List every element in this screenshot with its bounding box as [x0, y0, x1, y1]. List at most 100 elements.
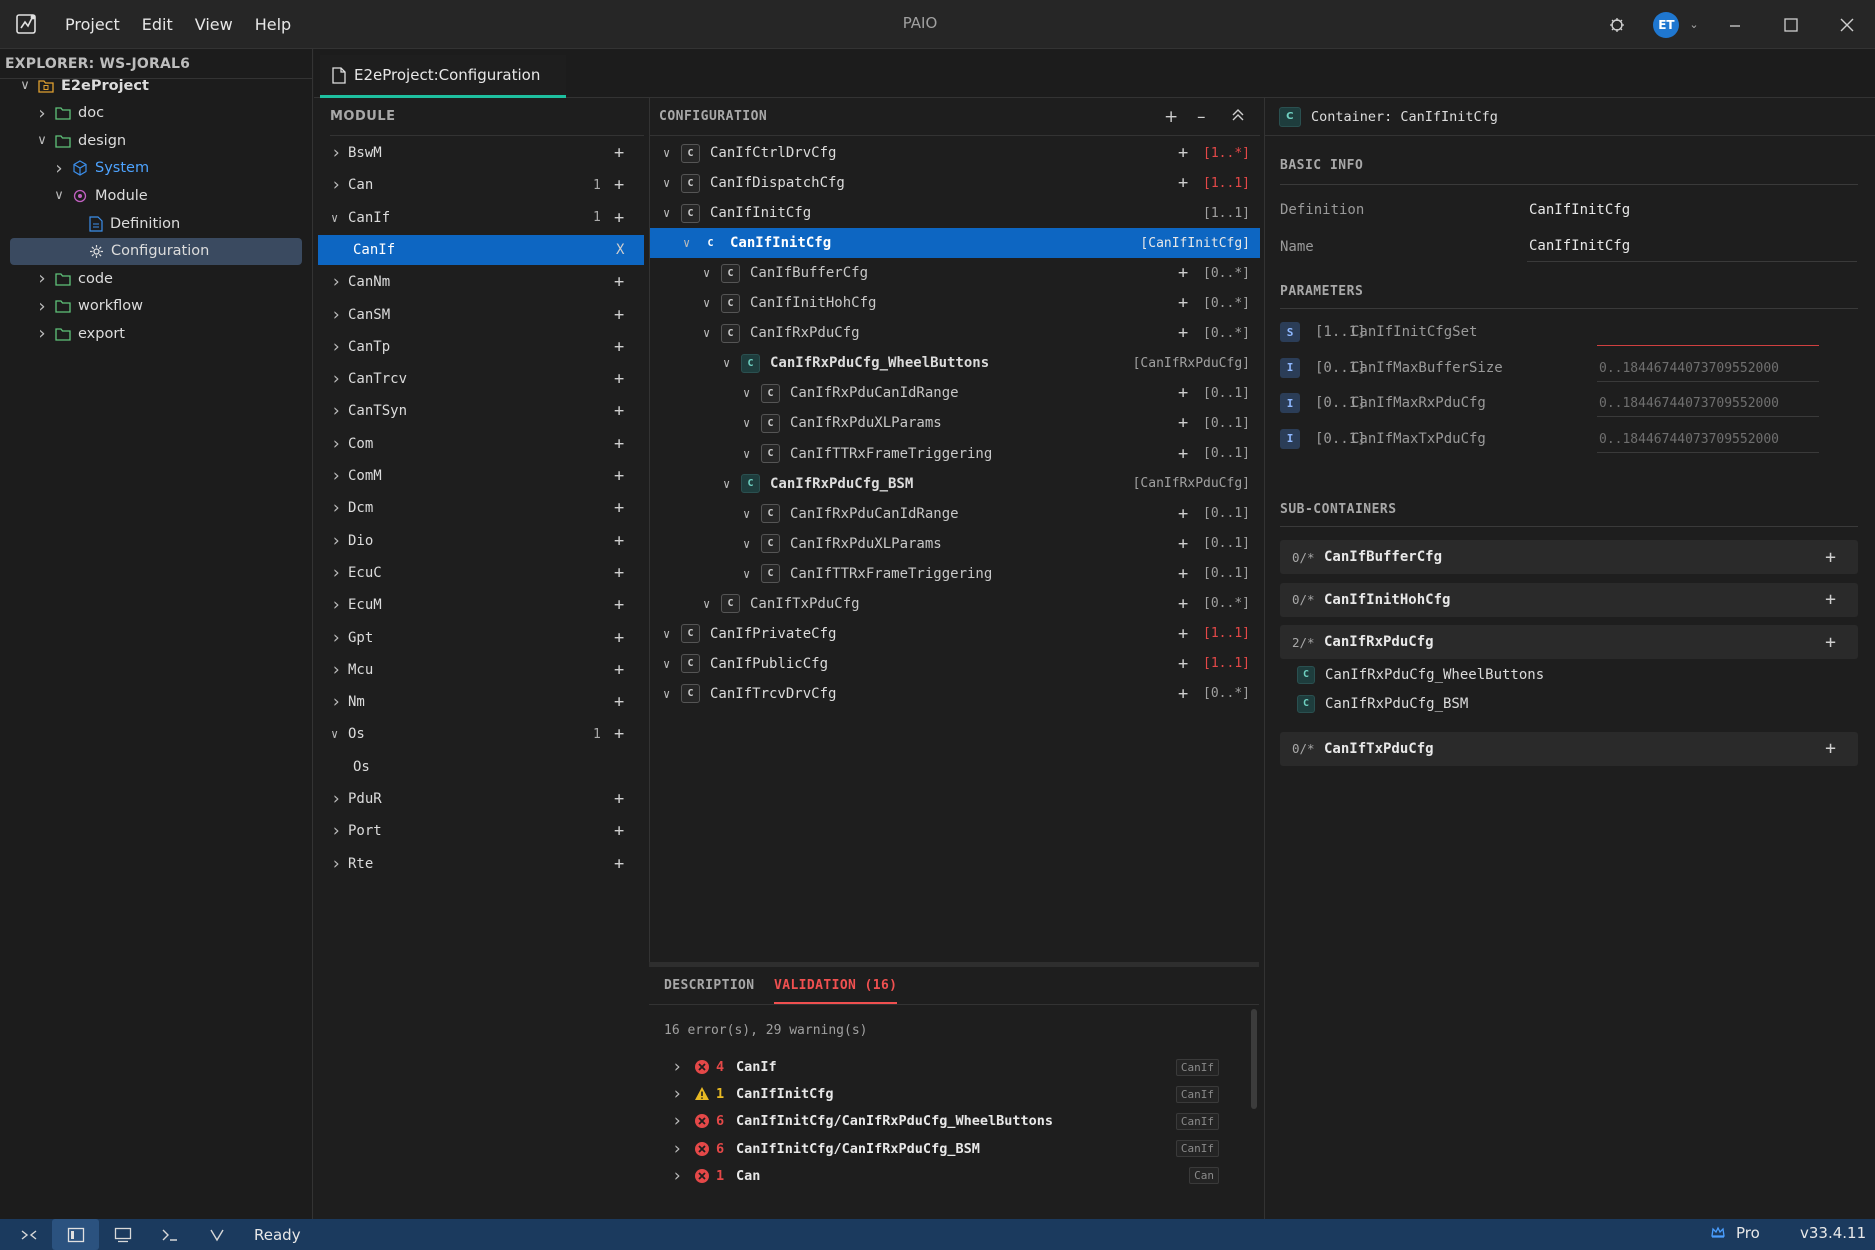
menu-view[interactable]: View	[195, 15, 233, 34]
subcontainer-caniftxpducfg[interactable]: 0/* CanIfTxPduCfg +	[1280, 731, 1858, 766]
config-item-canifrxpducanidrange[interactable]: ∨ C CanIfRxPduCanIdRange + [0..1]	[650, 499, 1260, 529]
add-icon[interactable]: +	[614, 305, 624, 325]
debug-bug-icon[interactable]	[1589, 0, 1645, 49]
config-item-canifrxpducfg_wheelbuttons[interactable]: ∨ C CanIfRxPduCfg_WheelButtons [CanIfRxPduC…	[650, 348, 1260, 378]
config-item-canifttrxframetriggering[interactable]: ∨ C CanIfTTRxFrameTriggering + [0..1]	[650, 559, 1260, 589]
add-icon[interactable]: +	[614, 821, 624, 841]
config-item-canifbuffercfg[interactable]: ∨ C CanIfBufferCfg + [0..*]	[650, 258, 1260, 288]
add-icon[interactable]: +	[614, 401, 624, 421]
module-item-dio[interactable]: › Dio +	[318, 526, 644, 556]
chevron-down-icon[interactable]: ∨	[663, 627, 670, 641]
chevron-right-icon[interactable]: ›	[52, 158, 66, 179]
menu-edit[interactable]: Edit	[142, 15, 173, 34]
module-item-can[interactable]: › Can 1 +	[318, 170, 644, 200]
chevron-right-icon[interactable]: ›	[331, 821, 341, 841]
add-icon[interactable]: +	[614, 143, 624, 163]
parameter-input-canifmaxtxpducfg[interactable]: 0..18446744073709552000	[1597, 427, 1819, 453]
add-icon[interactable]: +	[1178, 594, 1188, 614]
module-item-cantp[interactable]: › CanTp +	[318, 332, 644, 362]
tab-validation[interactable]: VALIDATION (16)	[774, 978, 898, 1004]
add-icon[interactable]: +	[1178, 263, 1188, 283]
add-icon[interactable]: +	[614, 272, 624, 292]
add-icon[interactable]: +	[1825, 738, 1836, 759]
add-icon[interactable]: +	[614, 628, 624, 648]
config-item-canifinitcfg[interactable]: ∨ C CanIfInitCfg [1..1]	[650, 198, 1260, 228]
chevron-down-icon[interactable]: ∨	[743, 416, 750, 430]
subcontainer-canifrxpducfg[interactable]: 2/* CanIfRxPduCfg +	[1280, 625, 1858, 659]
chevron-right-icon[interactable]: ›	[35, 296, 49, 317]
chevron-down-icon[interactable]: ∨	[663, 657, 670, 671]
module-item-rte[interactable]: › Rte +	[318, 849, 644, 879]
chevron-right-icon[interactable]: ›	[331, 305, 341, 325]
validation-scrollbar[interactable]	[1251, 1009, 1257, 1109]
config-item-canifrxpducfg[interactable]: ∨ C CanIfRxPduCfg + [0..*]	[650, 318, 1260, 348]
add-icon[interactable]: +	[1178, 293, 1188, 313]
app-logo-icon[interactable]	[13, 10, 41, 38]
parameter-input-canifmaxrxpducfg[interactable]: 0..18446744073709552000	[1597, 391, 1819, 417]
add-icon[interactable]: +	[1178, 444, 1188, 464]
validation-row[interactable]: › 1 Can Can	[649, 1160, 1249, 1192]
add-icon[interactable]: +	[1178, 413, 1188, 433]
chevron-right-icon[interactable]: ›	[331, 337, 341, 357]
close-icon[interactable]	[1819, 0, 1875, 49]
chevron-right-icon[interactable]: ›	[35, 268, 49, 289]
config-item-canifinithohcfg[interactable]: ∨ C CanIfInitHohCfg + [0..*]	[650, 288, 1260, 318]
subcontainer-child[interactable]: C CanIfRxPduCfg_BSM	[1297, 693, 1468, 715]
add-icon[interactable]: +	[1164, 107, 1179, 127]
chevron-right-icon[interactable]: ›	[331, 401, 341, 421]
config-item-caniftrcvdrvcfg[interactable]: ∨ C CanIfTrcvDrvCfg + [0..*]	[650, 679, 1260, 709]
add-icon[interactable]: +	[1825, 632, 1836, 653]
module-item-gpt[interactable]: › Gpt +	[318, 623, 644, 653]
add-icon[interactable]: +	[1178, 383, 1188, 403]
account-menu[interactable]: ET ⌄	[1645, 0, 1707, 49]
add-icon[interactable]: +	[1178, 323, 1188, 343]
add-icon[interactable]: +	[1178, 504, 1188, 524]
explorer-item-design[interactable]: ∨ design	[0, 127, 313, 154]
add-icon[interactable]: +	[1178, 173, 1188, 193]
chevron-right-icon[interactable]: ›	[331, 692, 341, 712]
config-item-canifrxpducanidrange[interactable]: ∨ C CanIfRxPduCanIdRange + [0..1]	[650, 378, 1260, 408]
explorer-item-system[interactable]: › System	[0, 155, 313, 182]
explorer-item-code[interactable]: › code	[0, 265, 313, 292]
chevron-right-icon[interactable]: ›	[331, 595, 341, 615]
chevron-right-icon[interactable]: ›	[331, 628, 341, 648]
config-item-canifrxpduxlparams[interactable]: ∨ C CanIfRxPduXLParams + [0..1]	[650, 408, 1260, 438]
chevron-right-icon[interactable]: ›	[331, 498, 341, 518]
module-item-ecum[interactable]: › EcuM +	[318, 590, 644, 620]
add-icon[interactable]: +	[614, 337, 624, 357]
chevron-down-icon[interactable]: ∨	[663, 176, 670, 190]
add-icon[interactable]: +	[614, 498, 624, 518]
chevron-right-icon[interactable]: ›	[35, 103, 49, 124]
explorer-item-module[interactable]: ∨ Module	[0, 182, 313, 209]
module-item-bswm[interactable]: › BswM +	[318, 138, 644, 168]
remove-icon[interactable]: –	[1197, 107, 1206, 127]
module-item-canif-instance[interactable]: CanIf X	[318, 234, 644, 265]
add-icon[interactable]: +	[1178, 143, 1188, 163]
toggle-sidebar-icon[interactable]	[52, 1219, 99, 1250]
parameter-input-canifmaxbuffersize[interactable]: 0..18446744073709552000	[1597, 356, 1819, 382]
chevron-right-icon[interactable]: ›	[672, 1111, 682, 1131]
add-icon[interactable]: +	[614, 434, 624, 454]
chevron-down-icon[interactable]: ∨	[703, 266, 710, 280]
add-icon[interactable]: +	[1825, 547, 1836, 568]
chevron-right-icon[interactable]: ›	[331, 660, 341, 680]
config-item-canifttrxframetriggering[interactable]: ∨ C CanIfTTRxFrameTriggering + [0..1]	[650, 439, 1260, 469]
add-icon[interactable]: +	[1178, 534, 1188, 554]
chevron-right-icon[interactable]: ›	[331, 466, 341, 486]
chevron-down-icon[interactable]: ∨	[743, 386, 750, 400]
chevron-down-icon[interactable]: ∨	[663, 687, 670, 701]
menu-project[interactable]: Project	[65, 15, 120, 34]
module-item-cantrcv[interactable]: › CanTrcv +	[318, 364, 644, 394]
explorer-item-definition[interactable]: Definition	[0, 210, 313, 237]
add-icon[interactable]: +	[1178, 654, 1188, 674]
config-item-caniftxpducfg[interactable]: ∨ C CanIfTxPduCfg + [0..*]	[650, 589, 1260, 619]
chevron-down-icon[interactable]: ∨	[743, 447, 750, 461]
module-item-dcm[interactable]: › Dcm +	[318, 493, 644, 523]
module-item-ecuc[interactable]: › EcuC +	[318, 558, 644, 588]
toggle-panel-icon[interactable]	[99, 1219, 146, 1250]
config-item-canifprivatecfg[interactable]: ∨ C CanIfPrivateCfg + [1..1]	[650, 619, 1260, 649]
chevron-right-icon[interactable]: ›	[331, 143, 341, 163]
add-icon[interactable]: +	[614, 854, 624, 874]
chevron-right-icon[interactable]: ›	[331, 854, 341, 874]
module-item-canif[interactable]: ∨ CanIf 1 +	[318, 203, 644, 233]
